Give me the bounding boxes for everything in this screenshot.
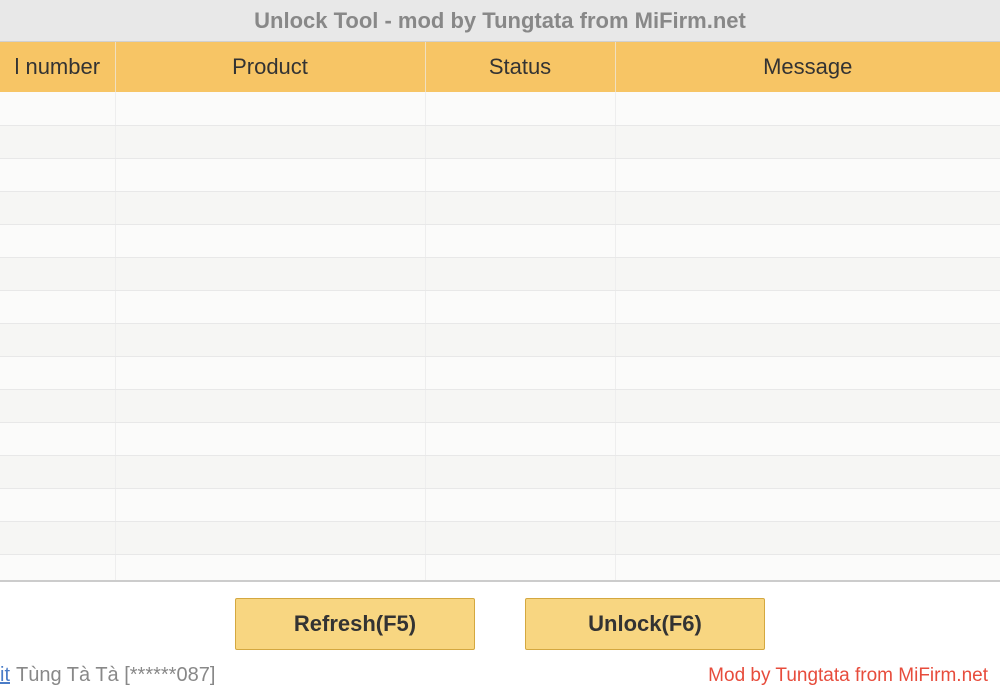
- user-info: it Tùng Tà Tà [******087]: [0, 664, 215, 687]
- refresh-button[interactable]: Refresh(F5): [235, 598, 475, 650]
- table-cell: [0, 521, 115, 554]
- table-cell: [0, 323, 115, 356]
- table-row[interactable]: [0, 158, 1000, 191]
- table-cell: [615, 488, 1000, 521]
- table-cell: [115, 521, 425, 554]
- table-cell: [425, 290, 615, 323]
- table-row[interactable]: [0, 125, 1000, 158]
- bottom-bar: Refresh(F5) Unlock(F6) it Tùng Tà Tà [**…: [0, 580, 1000, 700]
- table-cell: [0, 554, 115, 580]
- table-row[interactable]: [0, 92, 1000, 125]
- table-cell: [615, 92, 1000, 125]
- table-cell: [615, 323, 1000, 356]
- table-cell: [425, 356, 615, 389]
- table-cell: [0, 455, 115, 488]
- table-cell: [615, 290, 1000, 323]
- column-header-status[interactable]: Status: [425, 42, 615, 92]
- table-cell: [0, 356, 115, 389]
- column-header-product[interactable]: Product: [115, 42, 425, 92]
- table-cell: [115, 389, 425, 422]
- table-row[interactable]: [0, 422, 1000, 455]
- status-row: it Tùng Tà Tà [******087] Mod by Tungtat…: [0, 650, 1000, 687]
- table-cell: [115, 290, 425, 323]
- table-cell: [425, 455, 615, 488]
- table-row[interactable]: [0, 455, 1000, 488]
- table-row[interactable]: [0, 323, 1000, 356]
- table-cell: [615, 356, 1000, 389]
- table-cell: [115, 323, 425, 356]
- user-display-name: Tùng Tà Tà [******087]: [16, 664, 215, 687]
- window-title: Unlock Tool - mod by Tungtata from MiFir…: [254, 8, 746, 34]
- table-cell: [615, 158, 1000, 191]
- table-cell: [0, 488, 115, 521]
- column-header-message[interactable]: Message: [615, 42, 1000, 92]
- table-cell: [115, 422, 425, 455]
- table-row[interactable]: [0, 290, 1000, 323]
- table-cell: [115, 488, 425, 521]
- mod-credit: Mod by Tungtata from MiFirm.net: [708, 665, 988, 687]
- logout-link[interactable]: it: [0, 664, 10, 687]
- table-cell: [425, 521, 615, 554]
- table-cell: [425, 92, 615, 125]
- table-cell: [115, 455, 425, 488]
- device-table: l number Product Status Message: [0, 42, 1000, 580]
- table-row[interactable]: [0, 191, 1000, 224]
- table-cell: [115, 257, 425, 290]
- table-cell: [615, 224, 1000, 257]
- table-cell: [0, 224, 115, 257]
- table-cell: [115, 125, 425, 158]
- table-cell: [0, 125, 115, 158]
- table-row[interactable]: [0, 356, 1000, 389]
- table-row[interactable]: [0, 488, 1000, 521]
- table-row[interactable]: [0, 521, 1000, 554]
- table-cell: [115, 191, 425, 224]
- table-cell: [615, 389, 1000, 422]
- table-cell: [615, 554, 1000, 580]
- table-cell: [0, 257, 115, 290]
- unlock-button[interactable]: Unlock(F6): [525, 598, 765, 650]
- table-cell: [0, 92, 115, 125]
- table-cell: [615, 125, 1000, 158]
- table-row[interactable]: [0, 389, 1000, 422]
- table-cell: [615, 521, 1000, 554]
- column-header-serial[interactable]: l number: [0, 42, 115, 92]
- table-row[interactable]: [0, 257, 1000, 290]
- button-row: Refresh(F5) Unlock(F6): [0, 582, 1000, 650]
- table-cell: [425, 422, 615, 455]
- table-cell: [0, 422, 115, 455]
- table-row[interactable]: [0, 554, 1000, 580]
- table-cell: [115, 92, 425, 125]
- table-cell: [115, 356, 425, 389]
- table-cell: [425, 224, 615, 257]
- table-cell: [425, 488, 615, 521]
- table-cell: [425, 389, 615, 422]
- title-bar: Unlock Tool - mod by Tungtata from MiFir…: [0, 0, 1000, 42]
- table-cell: [425, 158, 615, 191]
- table-cell: [0, 158, 115, 191]
- table-cell: [615, 191, 1000, 224]
- table-cell: [115, 158, 425, 191]
- table-cell: [425, 125, 615, 158]
- table-cell: [425, 191, 615, 224]
- table-cell: [115, 224, 425, 257]
- table-cell: [615, 257, 1000, 290]
- table-cell: [425, 554, 615, 580]
- table-cell: [0, 290, 115, 323]
- table-cell: [615, 455, 1000, 488]
- data-table-container: l number Product Status Message: [0, 42, 1000, 580]
- table-cell: [0, 191, 115, 224]
- table-cell: [615, 422, 1000, 455]
- table-cell: [425, 323, 615, 356]
- table-cell: [115, 554, 425, 580]
- table-row[interactable]: [0, 224, 1000, 257]
- table-cell: [0, 389, 115, 422]
- table-cell: [425, 257, 615, 290]
